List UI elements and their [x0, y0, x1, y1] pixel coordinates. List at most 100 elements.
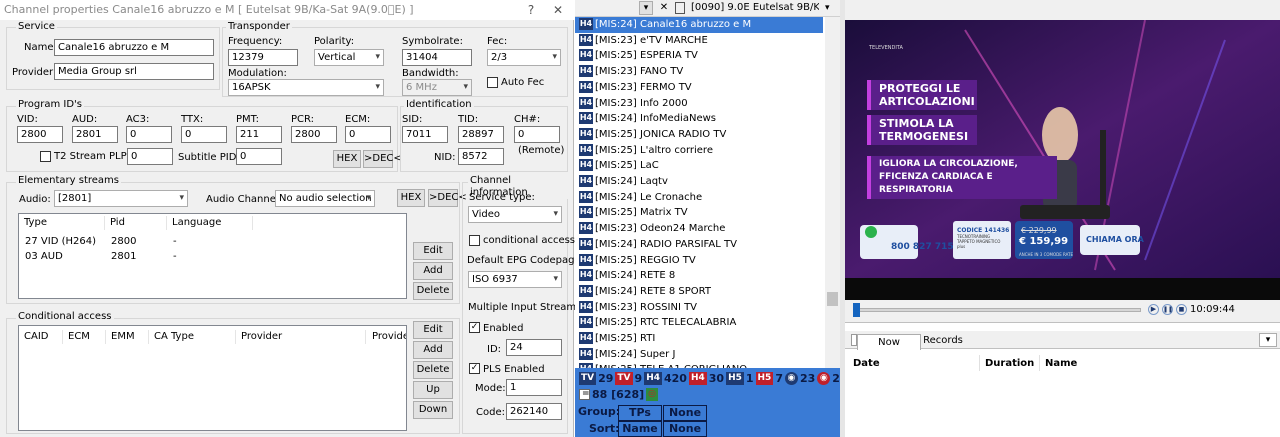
close-icon[interactable]: ✕ — [546, 0, 570, 20]
elem-dec-button[interactable]: >DEC< — [428, 189, 467, 207]
list-item[interactable]: H4 [MIS:24] Laqtv — [575, 174, 823, 190]
list-item[interactable]: H4 [MIS:24] Canale16 abruzzo e M — [575, 17, 823, 33]
ca-down-button[interactable]: Down — [413, 401, 453, 419]
mis-enabled-checkbox[interactable]: ✓ — [469, 322, 480, 333]
group-tps-button[interactable]: TPs — [618, 405, 662, 421]
tab-records[interactable]: Records — [922, 334, 964, 348]
tid-input[interactable]: 28897 — [458, 126, 504, 143]
audio-select[interactable]: [2801] ▾ — [54, 190, 188, 207]
list-item[interactable]: H4 [MIS:24] RETE 8 — [575, 268, 823, 284]
column-header[interactable]: CA Type — [149, 330, 236, 344]
column-header[interactable]: Provider — [236, 330, 366, 344]
conditional-access-table[interactable]: CAID ECM EMM CA Type Provider Provider — [18, 325, 407, 431]
tab-now[interactable]: Now — [857, 334, 921, 350]
provider-input[interactable]: Media Group srl — [54, 63, 214, 80]
epg-codepage-select[interactable]: ISO 6937 ▾ — [468, 271, 562, 288]
chevron-down-icon[interactable]: ▾ — [1259, 333, 1277, 347]
list-item[interactable]: H4 [MIS:25] Matrix TV — [575, 205, 823, 221]
pls-enabled-checkbox[interactable]: ✓ — [469, 363, 480, 374]
elem-add-button[interactable]: Add — [413, 262, 453, 280]
elem-delete-button[interactable]: Delete — [413, 282, 453, 300]
column-header[interactable]: CAID — [19, 330, 63, 344]
list-item[interactable]: H4 [MIS:24] Super J — [575, 347, 823, 363]
pcr-input[interactable]: 2800 — [291, 126, 337, 143]
column-header[interactable]: Type — [19, 216, 105, 230]
name-input[interactable]: Canale16 abruzzo e M — [54, 39, 214, 56]
epg-col-date[interactable]: Date — [853, 358, 880, 370]
video-player[interactable]: TELEVENDITA PROTEGGI LE ARTICOLAZIONI ST… — [845, 20, 1280, 300]
pls-code-input[interactable]: 262140 — [506, 403, 562, 420]
list-item[interactable]: H4 [MIS:25] LaC — [575, 158, 823, 174]
list-item[interactable]: H4 [MIS:23] ROSSINI TV — [575, 300, 823, 316]
epg-col-duration[interactable]: Duration — [985, 358, 1034, 370]
column-header[interactable]: Provider — [367, 330, 406, 344]
list-item[interactable]: H4 [MIS:25] ESPERIA TV — [575, 48, 823, 64]
group-none-button[interactable]: None — [663, 405, 707, 421]
subtitle-pid-input[interactable]: 0 — [236, 148, 282, 165]
list-item[interactable]: H4 [MIS:23] FERMO TV — [575, 80, 823, 96]
list-item[interactable]: H4 [MIS:23] e'TV MARCHE — [575, 33, 823, 49]
t2-stream-input[interactable]: 0 — [127, 148, 173, 165]
table-row[interactable]: 27 VID (H264) — [25, 235, 96, 249]
list-item[interactable]: H4 [MIS:25] L'altro corriere — [575, 143, 823, 159]
column-header[interactable]: Language — [167, 216, 253, 230]
ac3-input[interactable]: 0 — [126, 126, 172, 143]
seek-thumb[interactable] — [853, 303, 860, 317]
column-header[interactable]: EMM — [106, 330, 149, 344]
column-header[interactable]: ECM — [63, 330, 106, 344]
aud-input[interactable]: 2801 — [72, 126, 118, 143]
mis-id-input[interactable]: 24 — [506, 339, 562, 356]
ca-edit-button[interactable]: Edit — [413, 321, 453, 339]
conditional-access-checkbox[interactable] — [469, 235, 480, 246]
vid-input[interactable]: 2800 — [17, 126, 63, 143]
fec-select[interactable]: 2/3 ▾ — [487, 49, 561, 66]
column-header[interactable]: Pid — [105, 216, 167, 230]
chnum-input[interactable]: 0 — [514, 126, 560, 143]
elem-edit-button[interactable]: Edit — [413, 242, 453, 260]
pause-icon[interactable]: ❚❚ — [1162, 304, 1173, 315]
dec-button[interactable]: >DEC< — [363, 150, 402, 168]
hex-button[interactable]: HEX — [333, 150, 361, 168]
list-item[interactable]: H4 [MIS:23] Info 2000 — [575, 96, 823, 112]
sid-input[interactable]: 7011 — [402, 126, 448, 143]
play-icon[interactable]: ▶ — [1148, 304, 1159, 315]
pls-mode-input[interactable]: 1 — [506, 379, 562, 396]
sort-name-button[interactable]: Name — [618, 421, 662, 437]
help-icon[interactable]: ? — [520, 0, 542, 20]
list-item[interactable]: H4 [MIS:23] FANO TV — [575, 64, 823, 80]
seek-track[interactable] — [855, 308, 1141, 312]
stop-icon[interactable]: ■ — [1176, 304, 1187, 315]
scrollbar-thumb[interactable] — [827, 292, 838, 306]
symbolrate-input[interactable]: 31404 — [402, 49, 472, 66]
nid-input[interactable]: 8572 — [458, 148, 504, 165]
ca-up-button[interactable]: Up — [413, 381, 453, 399]
channel-list[interactable]: H4 [MIS:24] Canale16 abruzzo e M H4 [MIS:23… — [575, 17, 825, 368]
list-item[interactable]: H4 [MIS:25] REGGIO TV — [575, 253, 823, 269]
pmt-input[interactable]: 211 — [236, 126, 282, 143]
autofec-checkbox[interactable] — [487, 77, 498, 88]
list-item[interactable]: H4 [MIS:24] InfoMediaNews — [575, 111, 823, 127]
filter-icon[interactable]: = — [579, 389, 590, 400]
satellite-selector[interactable]: [0090] 9.0E Eutelsat 9B/Ka- — [691, 2, 819, 14]
list-item[interactable]: H4 [MIS:25] RTI — [575, 331, 823, 347]
dropdown-icon[interactable]: ▾ — [639, 1, 653, 15]
polarity-select[interactable]: Vertical ▾ — [314, 49, 384, 66]
table-row[interactable]: 03 AUD — [25, 250, 63, 264]
ttx-input[interactable]: 0 — [181, 126, 227, 143]
list-item[interactable]: H4 [MIS:24] Le Cronache — [575, 190, 823, 206]
chevron-down-icon[interactable]: ▾ — [825, 3, 830, 13]
list-item[interactable]: H4 [MIS:24] RADIO PARSIFAL TV — [575, 237, 823, 253]
elem-hex-button[interactable]: HEX — [397, 189, 425, 207]
list-item[interactable]: H4 [MIS:25] RTC TELECALABRIA — [575, 315, 823, 331]
list-item[interactable]: H4 [MIS:24] RETE 8 SPORT — [575, 284, 823, 300]
service-type-select[interactable]: Video ▾ — [468, 206, 562, 223]
ca-delete-button[interactable]: Delete — [413, 361, 453, 379]
list-item[interactable]: H4 [MIS:23] Odeon24 Marche — [575, 221, 823, 237]
sort-none-button[interactable]: None — [663, 421, 707, 437]
audio-channel-select[interactable]: No audio selection ▾ — [275, 190, 375, 207]
modulation-select[interactable]: 16APSK ▾ — [228, 79, 384, 96]
epg-col-name[interactable]: Name — [1045, 358, 1077, 370]
list-item[interactable]: H4 [MIS:25] JONICA RADIO TV — [575, 127, 823, 143]
ca-add-button[interactable]: Add — [413, 341, 453, 359]
scrollbar[interactable] — [825, 17, 840, 368]
